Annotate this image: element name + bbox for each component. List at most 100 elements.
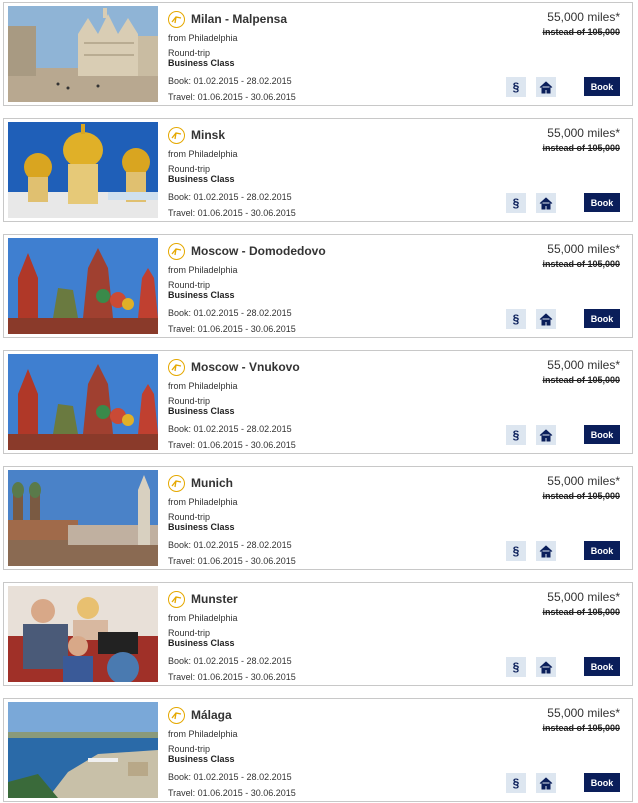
booking-period: Book: 01.02.2015 - 28.02.2015: [168, 308, 292, 318]
origin-text: from Philadelphia: [168, 265, 238, 275]
offer-card: Málaga from Philadelphia Round-trip Busi…: [3, 698, 633, 802]
destination-photo[interactable]: [8, 702, 158, 798]
book-button[interactable]: Book: [584, 541, 620, 560]
home-icon: [539, 428, 553, 441]
destination-title[interactable]: Moscow - Vnukovo: [191, 360, 300, 374]
miles-price: 55,000 miles*: [547, 706, 620, 720]
cabin-class: Business Class: [168, 754, 235, 764]
cabin-class: Business Class: [168, 58, 235, 68]
terms-button[interactable]: §: [506, 773, 526, 793]
travel-period: Travel: 01.06.2015 - 30.06.2015: [168, 207, 296, 218]
terms-button[interactable]: §: [506, 309, 526, 329]
destination-title[interactable]: Minsk: [191, 128, 225, 142]
original-price: instead of 105,000: [542, 27, 620, 37]
cabin-class: Business Class: [168, 406, 235, 416]
destination-title[interactable]: Munich: [191, 476, 233, 490]
booking-period: Book: 01.02.2015 - 28.02.2015: [168, 772, 292, 782]
cabin-class: Business Class: [168, 522, 235, 532]
miles-price: 55,000 miles*: [547, 126, 620, 140]
home-button[interactable]: [536, 193, 556, 213]
destination-photo[interactable]: [8, 6, 158, 102]
booking-period: Book: 01.02.2015 - 28.02.2015: [168, 424, 292, 434]
home-button[interactable]: [536, 773, 556, 793]
offer-card: Moscow - Vnukovo from Philadelphia Round…: [3, 350, 633, 454]
home-button[interactable]: [536, 425, 556, 445]
home-icon: [539, 660, 553, 673]
offer-card: Moscow - Domodedovo from Philadelphia Ro…: [3, 234, 633, 338]
destination-title[interactable]: Milan - Malpensa: [191, 12, 287, 26]
miles-price: 55,000 miles*: [547, 242, 620, 256]
terms-button[interactable]: §: [506, 77, 526, 97]
home-icon: [539, 544, 553, 557]
book-button[interactable]: Book: [584, 309, 620, 328]
home-icon: [539, 776, 553, 789]
trip-type: Round-trip: [168, 628, 211, 638]
origin-text: from Philadelphia: [168, 613, 238, 623]
destination-photo[interactable]: [8, 470, 158, 566]
book-button[interactable]: Book: [584, 425, 620, 444]
trip-type: Round-trip: [168, 164, 211, 174]
crane-logo-icon: [168, 242, 185, 260]
miles-price: 55,000 miles*: [547, 358, 620, 372]
destination-title[interactable]: Munster: [191, 592, 238, 606]
original-price: instead of 105,000: [542, 491, 620, 501]
crane-logo-icon: [168, 474, 185, 492]
trip-type: Round-trip: [168, 48, 211, 58]
home-icon: [539, 196, 553, 209]
offer-card: Munich from Philadelphia Round-trip Busi…: [3, 466, 633, 570]
origin-text: from Philadelphia: [168, 729, 238, 739]
original-price: instead of 105,000: [542, 375, 620, 385]
crane-logo-icon: [168, 590, 185, 608]
destination-title[interactable]: Málaga: [191, 708, 232, 722]
destination-photo[interactable]: [8, 238, 158, 334]
terms-button[interactable]: §: [506, 541, 526, 561]
book-button[interactable]: Book: [584, 773, 620, 792]
cabin-class: Business Class: [168, 638, 235, 648]
booking-period: Book: 01.02.2015 - 28.02.2015: [168, 540, 292, 550]
book-button[interactable]: Book: [584, 657, 620, 676]
home-icon: [539, 312, 553, 325]
trip-type: Round-trip: [168, 744, 211, 754]
travel-period: Travel: 01.06.2015 - 30.06.2015: [168, 671, 296, 682]
travel-period: Travel: 01.06.2015 - 30.06.2015: [168, 787, 296, 798]
destination-photo[interactable]: [8, 586, 158, 682]
offer-card: Munster from Philadelphia Round-trip Bus…: [3, 582, 633, 686]
destination-title[interactable]: Moscow - Domodedovo: [191, 244, 326, 258]
terms-button[interactable]: §: [506, 193, 526, 213]
original-price: instead of 105,000: [542, 259, 620, 269]
crane-logo-icon: [168, 126, 185, 144]
terms-button[interactable]: §: [506, 425, 526, 445]
travel-period: Travel: 01.06.2015 - 30.06.2015: [168, 323, 296, 334]
destination-photo[interactable]: [8, 122, 158, 218]
original-price: instead of 105,000: [542, 143, 620, 153]
miles-price: 55,000 miles*: [547, 10, 620, 24]
booking-period: Book: 01.02.2015 - 28.02.2015: [168, 192, 292, 202]
book-button[interactable]: Book: [584, 77, 620, 96]
miles-price: 55,000 miles*: [547, 590, 620, 604]
booking-period: Book: 01.02.2015 - 28.02.2015: [168, 76, 292, 86]
travel-period: Travel: 01.06.2015 - 30.06.2015: [168, 439, 296, 450]
terms-button[interactable]: §: [506, 657, 526, 677]
miles-price: 55,000 miles*: [547, 474, 620, 488]
offer-card: Minsk from Philadelphia Round-trip Busin…: [3, 118, 633, 222]
home-button[interactable]: [536, 541, 556, 561]
booking-period: Book: 01.02.2015 - 28.02.2015: [168, 656, 292, 666]
book-button[interactable]: Book: [584, 193, 620, 212]
crane-logo-icon: [168, 10, 185, 28]
trip-type: Round-trip: [168, 280, 211, 290]
origin-text: from Philadelphia: [168, 381, 238, 391]
trip-type: Round-trip: [168, 512, 211, 522]
crane-logo-icon: [168, 706, 185, 724]
home-button[interactable]: [536, 309, 556, 329]
home-button[interactable]: [536, 77, 556, 97]
cabin-class: Business Class: [168, 174, 235, 184]
home-button[interactable]: [536, 657, 556, 677]
original-price: instead of 105,000: [542, 723, 620, 733]
home-icon: [539, 80, 553, 93]
destination-photo[interactable]: [8, 354, 158, 450]
origin-text: from Philadelphia: [168, 33, 238, 43]
origin-text: from Philadelphia: [168, 149, 238, 159]
origin-text: from Philadelphia: [168, 497, 238, 507]
cabin-class: Business Class: [168, 290, 235, 300]
trip-type: Round-trip: [168, 396, 211, 406]
